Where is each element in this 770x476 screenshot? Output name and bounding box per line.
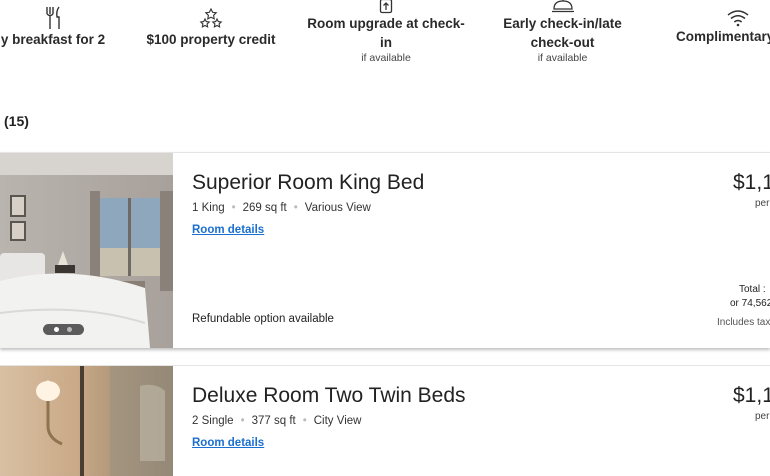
taxes-note: Includes tax (717, 317, 770, 328)
perk-room-upgrade: Room upgrade at check- in if available (300, 0, 472, 65)
perk-availability-note: if available (361, 52, 411, 64)
room-view: City View (313, 415, 362, 427)
total-label: Total : (739, 284, 766, 295)
room-card[interactable]: Superior Room King Bed 1 King • 269 sq ft •… (0, 152, 770, 348)
wifi-icon (727, 10, 749, 27)
perk-label: $100 property credit (146, 32, 276, 47)
room-price: $1,1 (733, 384, 770, 407)
perk-breakfast: y breakfast for 2 (0, 6, 108, 49)
photo-carousel-dots[interactable] (43, 324, 84, 335)
perk-label-line2: in (380, 35, 392, 50)
perk-availability-note: if available (537, 52, 588, 64)
room-card[interactable]: Deluxe Room Two Twin Beds 2 Single • 377 s… (0, 365, 770, 476)
perk-property-credit: $100 property credit (140, 8, 282, 49)
perk-label: Early check-in/late (503, 16, 622, 31)
perk-label-line2: check-out (530, 35, 595, 50)
room-beds: 2 Single (192, 415, 234, 427)
room-size: 269 sq ft (242, 202, 287, 214)
price-per-label: per (755, 411, 770, 422)
room-title: Superior Room King Bed (192, 171, 425, 194)
room-count: (15) (4, 113, 29, 129)
room-details-link[interactable]: Room details (192, 437, 264, 449)
perk-early-checkin: Early check-in/late check-out if availab… (490, 0, 635, 65)
room-beds: 1 King (192, 202, 225, 214)
room-meta: 1 King • 269 sq ft • Various View (192, 202, 371, 214)
perk-label: Complimentary (676, 29, 770, 44)
room-meta: 2 Single • 377 sq ft • City View (192, 415, 362, 427)
carousel-dot[interactable] (67, 327, 72, 332)
price-per-label: per (755, 198, 770, 209)
stars-icon (199, 8, 223, 28)
perk-label: Room upgrade at check- (307, 16, 465, 31)
bell-icon (551, 0, 574, 13)
room-price: $1,1 (733, 171, 770, 194)
perk-wifi: Complimentary (676, 9, 770, 46)
upgrade-arrow-icon (379, 0, 393, 14)
fork-knife-icon (46, 6, 60, 29)
room-photo[interactable] (0, 366, 173, 476)
room-photo[interactable] (0, 153, 173, 348)
points-price: or 74,562 (730, 298, 770, 309)
perk-label: y breakfast for 2 (0, 32, 106, 47)
room-details-link[interactable]: Room details (192, 224, 264, 236)
refundable-note: Refundable option available (192, 313, 334, 325)
carousel-dot-active[interactable] (54, 327, 59, 332)
room-size: 377 sq ft (251, 415, 296, 427)
room-title: Deluxe Room Two Twin Beds (192, 384, 466, 407)
room-view: Various View (304, 202, 371, 214)
